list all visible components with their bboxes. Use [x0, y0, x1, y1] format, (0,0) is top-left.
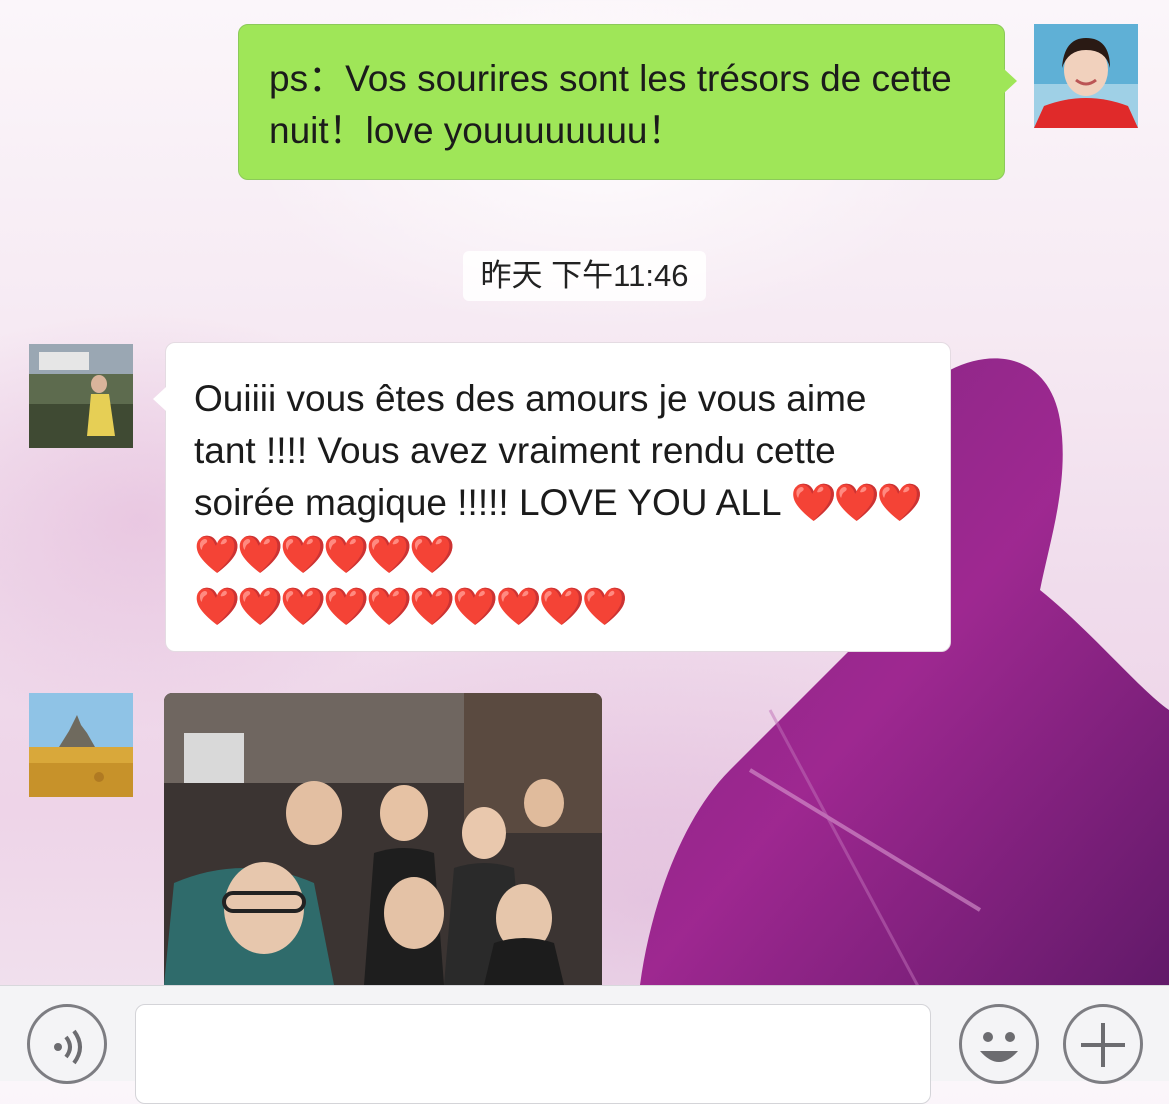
shared-photo[interactable]: [164, 693, 602, 985]
hearts-emoji-line2: ❤️❤️❤️❤️❤️❤️❤️❤️❤️❤️: [194, 586, 628, 627]
voice-icon: [54, 1029, 82, 1065]
sender-avatar-2[interactable]: [29, 693, 133, 797]
outgoing-message-text: ps：Vos sourires sont les trésors de cett…: [269, 58, 952, 151]
message-input[interactable]: [135, 1004, 931, 1104]
sender-avatar[interactable]: [29, 344, 133, 448]
incoming-message-text: Ouiiii vous êtes des amours je vous aime…: [194, 378, 867, 523]
plus-icon: [1081, 1023, 1125, 1067]
outgoing-message-bubble[interactable]: ps：Vos sourires sont les trésors de cett…: [238, 24, 1017, 180]
add-button[interactable]: [1063, 1004, 1143, 1084]
emoji-button[interactable]: [959, 1004, 1039, 1084]
emoji-icon: [980, 1032, 1018, 1062]
my-avatar[interactable]: [1034, 24, 1138, 128]
incoming-message-bubble[interactable]: Ouiiii vous êtes des amours je vous aime…: [153, 342, 951, 652]
message-timestamp: 昨天 下午11:46: [463, 251, 706, 301]
voice-button[interactable]: [27, 1004, 107, 1084]
chat-input-bar: [0, 985, 1169, 1104]
